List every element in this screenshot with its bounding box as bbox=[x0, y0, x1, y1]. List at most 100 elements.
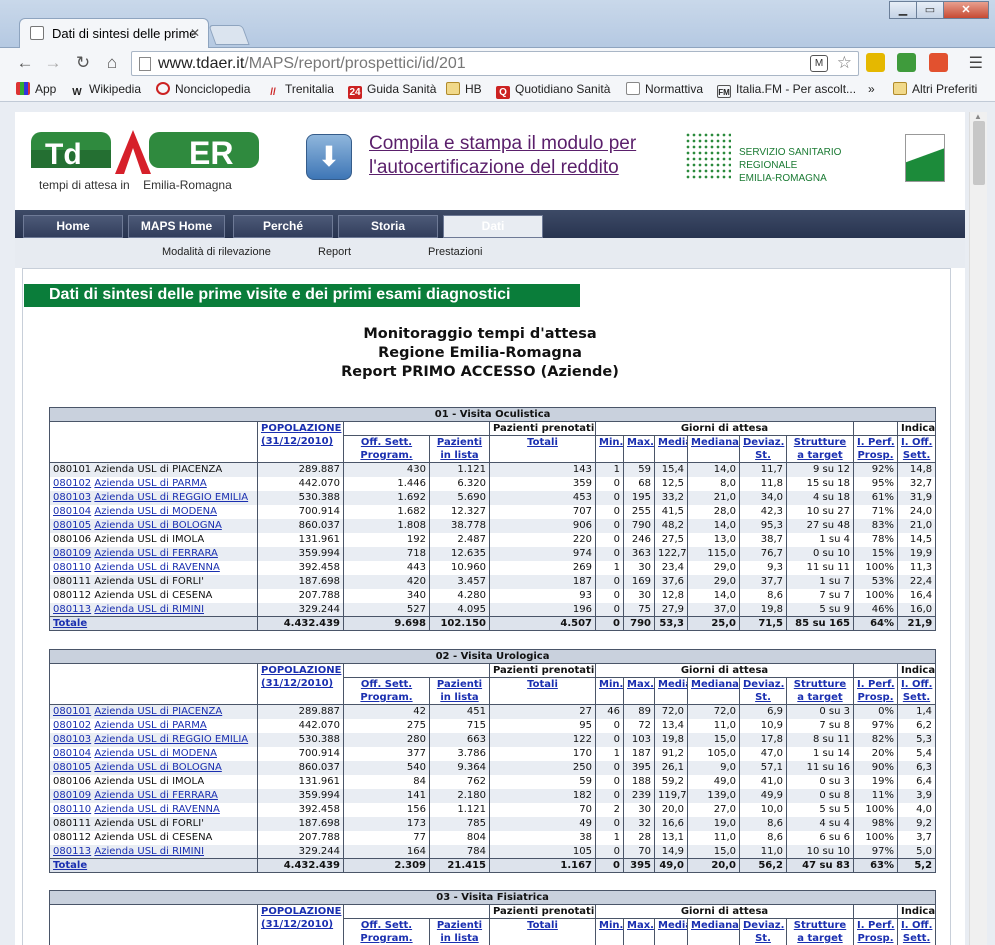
azienda-name-link[interactable]: Azienda USL di REGGIO EMILIA bbox=[94, 734, 248, 745]
header-min[interactable]: Min. bbox=[595, 918, 624, 945]
new-tab-button[interactable] bbox=[208, 25, 250, 45]
header-deviaz-line2[interactable]: St. bbox=[755, 450, 771, 461]
azienda-name-link[interactable]: Azienda USL di PARMA bbox=[94, 478, 206, 489]
header-i-perf-line1[interactable]: I. Perf. bbox=[857, 920, 895, 931]
header-i-perf-line1[interactable]: I. Perf. bbox=[857, 679, 895, 690]
bookmark-app[interactable]: App bbox=[16, 82, 56, 96]
header-mediana-link[interactable]: Mediana bbox=[691, 679, 739, 690]
header-totali[interactable]: Totali bbox=[489, 677, 596, 705]
totale-cell[interactable]: Totale bbox=[49, 858, 258, 873]
header-i-perf[interactable]: I. Perf. Prosp. bbox=[853, 435, 898, 463]
header-max[interactable]: Max. bbox=[623, 435, 655, 463]
header-mediana-link[interactable]: Mediana bbox=[691, 920, 739, 931]
header-strutture[interactable]: Strutture a target bbox=[786, 677, 854, 705]
header-deviaz-line1[interactable]: Deviaz. bbox=[743, 437, 784, 448]
address-bar[interactable]: www.tdaer.it/MAPS/report/prospettici/id/… bbox=[131, 51, 859, 76]
header-pazienti-lista[interactable]: Pazienti in lista bbox=[429, 918, 490, 945]
header-min-link[interactable]: Min. bbox=[599, 679, 623, 690]
header-i-off[interactable]: I. Off. Sett. bbox=[896, 435, 937, 463]
header-popolazione[interactable]: POPOLAZIONE (31/12/2010) bbox=[257, 421, 344, 463]
header-off-sett-line1[interactable]: Off. Sett. bbox=[361, 437, 412, 448]
header-popolazione-line1[interactable]: POPOLAZIONE bbox=[261, 665, 341, 676]
browser-tab[interactable]: Dati di sintesi delle prime ✕ bbox=[19, 18, 209, 48]
azienda-code-link[interactable]: 080113 bbox=[53, 846, 91, 857]
header-i-perf-line1[interactable]: I. Perf. bbox=[857, 437, 895, 448]
header-media[interactable]: Media bbox=[654, 677, 688, 705]
azienda-name-link[interactable]: Azienda USL di MODENA bbox=[94, 506, 217, 517]
header-off-sett[interactable]: Off. Sett. Program. bbox=[343, 677, 430, 705]
header-strutture-line2[interactable]: a target bbox=[797, 933, 842, 944]
header-strutture-line2[interactable]: a target bbox=[797, 692, 842, 703]
header-media[interactable]: Media bbox=[654, 918, 688, 945]
azienda-code-link[interactable]: 080102 bbox=[53, 478, 91, 489]
close-window-button[interactable]: ✕ bbox=[943, 1, 989, 19]
reload-icon[interactable]: ↻ bbox=[72, 53, 94, 73]
header-i-perf[interactable]: I. Perf. Prosp. bbox=[853, 918, 898, 945]
azienda-code-link[interactable]: 080110 bbox=[53, 804, 91, 815]
azienda-code-link[interactable]: 080109 bbox=[53, 790, 91, 801]
azienda-name-link[interactable]: Azienda USL di FERRARA bbox=[94, 548, 218, 559]
header-totali[interactable]: Totali bbox=[489, 435, 596, 463]
azienda-code-link[interactable]: 080105 bbox=[53, 520, 91, 531]
header-off-sett-line2[interactable]: Program. bbox=[360, 933, 412, 944]
subnav-report[interactable]: Report bbox=[318, 246, 351, 258]
header-off-sett-line2[interactable]: Program. bbox=[360, 450, 412, 461]
subnav-prestazioni[interactable]: Prestazioni bbox=[428, 246, 482, 258]
header-pazienti-lista-line2[interactable]: in lista bbox=[440, 450, 478, 461]
azienda-code-link[interactable]: 080104 bbox=[53, 748, 91, 759]
header-i-off[interactable]: I. Off. Sett. bbox=[896, 918, 937, 945]
tdaer-logo[interactable]: Td ER tempi di attesa in Emilia-Romagna bbox=[29, 128, 259, 196]
bookmark-italiafm[interactable]: FM Italia.FM - Per ascolt... bbox=[717, 82, 856, 98]
browser-menu-icon[interactable]: ☰ bbox=[969, 53, 983, 73]
header-mediana-link[interactable]: Mediana bbox=[691, 437, 739, 448]
azienda-name-link[interactable]: Azienda USL di REGGIO EMILIA bbox=[94, 492, 248, 503]
header-deviaz[interactable]: Deviaz. St. bbox=[739, 918, 787, 945]
bookmark-star-icon[interactable]: ☆ bbox=[837, 53, 852, 73]
header-strutture-line1[interactable]: Strutture bbox=[794, 920, 846, 931]
nav-maps-home[interactable]: MAPS Home bbox=[128, 215, 225, 238]
azienda-name-link[interactable]: Azienda USL di FERRARA bbox=[94, 790, 218, 801]
header-pazienti-lista-line1[interactable]: Pazienti bbox=[437, 920, 482, 931]
header-popolazione-line2[interactable]: (31/12/2010) bbox=[261, 436, 333, 447]
bookmarks-overflow-chevron[interactable]: » bbox=[868, 82, 875, 96]
azienda-code-link[interactable]: 080105 bbox=[53, 762, 91, 773]
header-mediana[interactable]: Mediana bbox=[687, 435, 740, 463]
azienda-code-link[interactable]: 080110 bbox=[53, 562, 91, 573]
regione-emblem-icon[interactable] bbox=[905, 134, 945, 182]
back-arrow-icon[interactable]: ← bbox=[14, 53, 36, 73]
header-i-off-line2[interactable]: Sett. bbox=[903, 933, 930, 944]
totale-link[interactable]: Totale bbox=[53, 860, 87, 871]
header-strutture-line2[interactable]: a target bbox=[797, 450, 842, 461]
header-deviaz[interactable]: Deviaz. St. bbox=[739, 435, 787, 463]
bookmark-nonciclopedia[interactable]: Nonciclopedia bbox=[156, 82, 250, 96]
extension-m-icon[interactable]: M bbox=[810, 55, 828, 72]
azienda-name-link[interactable]: Azienda USL di RIMINI bbox=[94, 846, 204, 857]
header-totali-link[interactable]: Totali bbox=[527, 679, 558, 690]
header-deviaz-line2[interactable]: St. bbox=[755, 692, 771, 703]
header-i-off[interactable]: I. Off. Sett. bbox=[896, 677, 937, 705]
maximize-button[interactable]: ▭ bbox=[916, 1, 944, 19]
header-media[interactable]: Media bbox=[654, 435, 688, 463]
azienda-name-link[interactable]: Azienda USL di RAVENNA bbox=[94, 804, 219, 815]
header-min-link[interactable]: Min. bbox=[599, 920, 623, 931]
subnav-modalita[interactable]: Modalità di rilevazione bbox=[162, 246, 271, 258]
header-i-off-line1[interactable]: I. Off. bbox=[901, 437, 932, 448]
nav-perche[interactable]: Perché bbox=[233, 215, 333, 238]
header-media-link[interactable]: Media bbox=[658, 437, 687, 448]
header-media-link[interactable]: Media bbox=[658, 679, 687, 690]
bookmark-wikipedia[interactable]: W Wikipedia bbox=[70, 82, 141, 99]
nav-home[interactable]: Home bbox=[23, 215, 123, 238]
header-off-sett-line1[interactable]: Off. Sett. bbox=[361, 920, 412, 931]
header-max[interactable]: Max. bbox=[623, 918, 655, 945]
azienda-code-link[interactable]: 080103 bbox=[53, 734, 91, 745]
header-popolazione[interactable]: POPOLAZIONE (31/12/2010) bbox=[257, 663, 344, 705]
bookmark-normattiva[interactable]: Normattiva bbox=[626, 82, 703, 96]
azienda-name-link[interactable]: Azienda USL di RAVENNA bbox=[94, 562, 219, 573]
header-strutture-line1[interactable]: Strutture bbox=[794, 679, 846, 690]
home-icon[interactable]: ⌂ bbox=[101, 53, 123, 73]
bookmark-hb[interactable]: HB bbox=[446, 82, 482, 96]
azienda-code-link[interactable]: 080104 bbox=[53, 506, 91, 517]
nav-dati[interactable]: Dati bbox=[443, 215, 543, 238]
minimize-button[interactable]: ▁ bbox=[889, 1, 917, 19]
header-min-link[interactable]: Min. bbox=[599, 437, 623, 448]
